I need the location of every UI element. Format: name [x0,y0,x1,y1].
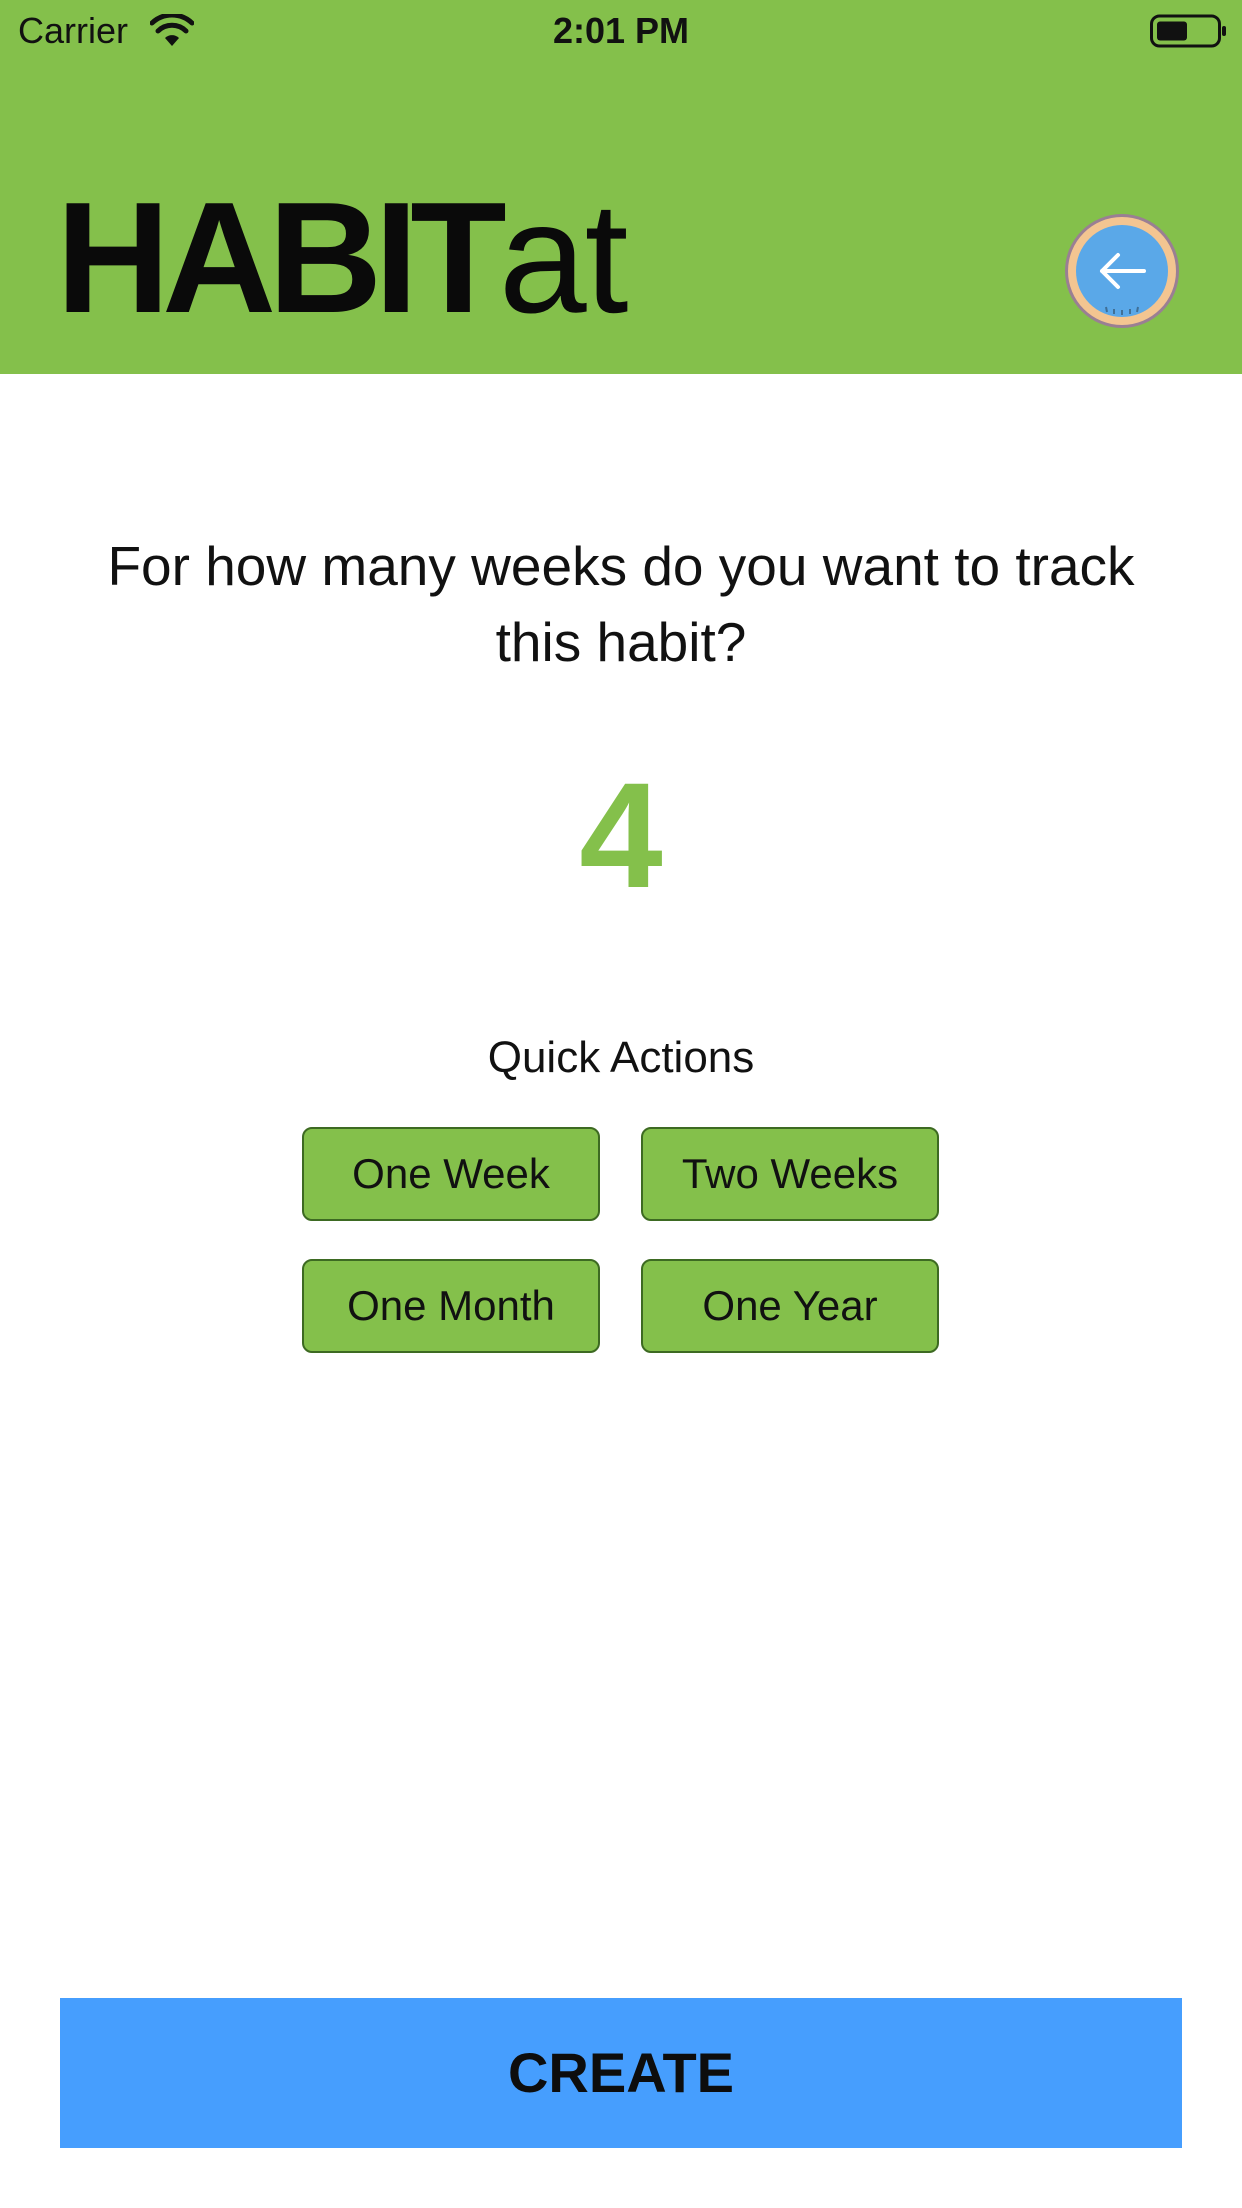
app-logo: HABITat [56,178,628,338]
battery-icon [1150,14,1228,48]
one-month-button[interactable]: One Month [302,1259,600,1353]
weeks-count[interactable]: 4 [0,750,1242,920]
logo-light-text: at [498,170,629,346]
quick-actions-title: Quick Actions [487,1033,755,1082]
one-week-button[interactable]: One Week [302,1127,600,1221]
question-line-1: For how many weeks do you want to track [107,535,1135,597]
status-bar: Carrier 2:01 PM [0,0,1242,62]
question-line-2: this habit? [495,611,747,673]
duration-question: For how many weeks do you want to track … [40,528,1202,680]
back-button[interactable] [1062,211,1182,331]
create-button[interactable]: CREATE [60,1998,1182,2148]
app-screen: Carrier 2:01 PM HABITat For how many wee… [0,0,1242,2208]
two-weeks-button[interactable]: Two Weeks [641,1127,939,1221]
status-time: 2:01 PM [552,10,690,51]
one-year-button[interactable]: One Year [641,1259,939,1353]
logo-bold-text: HABIT [56,170,507,346]
arrow-left-icon [1065,214,1179,328]
header-bar: Carrier 2:01 PM HABITat [0,0,1242,374]
